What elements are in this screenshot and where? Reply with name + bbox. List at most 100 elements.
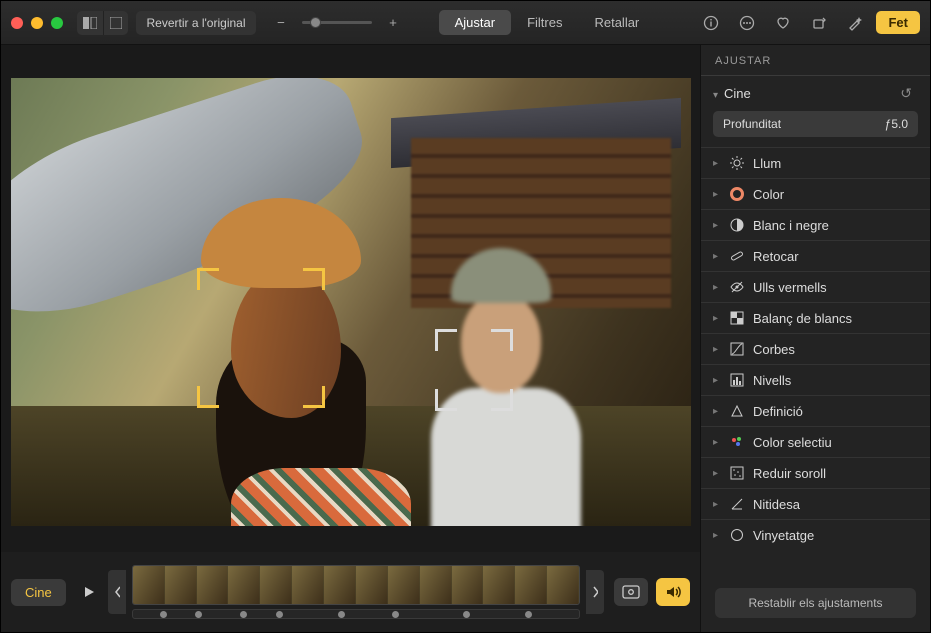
chevron-right-icon: ▸ [713,158,721,169]
filmstrip-frame[interactable] [515,566,547,604]
adjust-row-label: Nivells [753,373,791,388]
adjust-row-noise[interactable]: ▸Reduir soroll [701,457,930,488]
adjust-row-levels[interactable]: ▸Nivells [701,364,930,395]
layout-single-button[interactable] [104,11,128,35]
done-button[interactable]: Fet [876,11,920,34]
revert-button[interactable]: Revertir a l'original [136,11,256,35]
filmstrip-frame[interactable] [356,566,388,604]
next-clip-button[interactable] [586,570,604,614]
focus-point-button[interactable] [614,578,648,606]
fullscreen-window-button[interactable] [51,17,63,29]
keyframe-track[interactable] [132,609,580,619]
mode-tabs: AjustarFiltresRetallar [439,10,656,35]
adjust-row-wb[interactable]: ▸Balanç de blancs [701,302,930,333]
keyframe-marker[interactable] [160,611,167,618]
panel-title: AJUSTAR [701,45,930,76]
keyframe-marker[interactable] [338,611,345,618]
chevron-right-icon: ▸ [713,189,721,200]
timeline[interactable] [132,565,580,619]
tab-filters[interactable]: Filtres [511,10,578,35]
adjust-row-curves[interactable]: ▸Corbes [701,333,930,364]
filmstrip[interactable] [132,565,580,605]
adjust-row-bw[interactable]: ▸ Blanc i negre [701,209,930,240]
filmstrip-frame[interactable] [292,566,324,604]
chevron-right-icon: ▸ [713,530,721,541]
keyframe-marker[interactable] [195,611,202,618]
tab-crop[interactable]: Retallar [578,10,655,35]
filmstrip-frame[interactable] [260,566,292,604]
chevron-right-icon: ▸ [713,251,721,262]
chevron-down-icon: ▾ [713,90,718,101]
chevron-right-icon: ▸ [713,220,721,231]
adjust-row-definition[interactable]: ▸Definició [701,395,930,426]
zoom-slider[interactable] [302,21,372,24]
eye-icon [729,279,745,295]
adjust-row-retouch[interactable]: ▸ Retocar [701,240,930,271]
curves-icon [729,341,745,357]
minimize-window-button[interactable] [31,17,43,29]
cinematic-mode-button[interactable]: Cine [11,579,66,606]
adjust-row-label: Blanc i negre [753,218,829,233]
adjust-row-label: Definició [753,404,803,419]
cinematic-section: ▾Cine ↺ Profunditat ƒ5.0 [701,76,930,147]
right-toolbar: Fet [696,11,920,35]
adjust-row-sharp[interactable]: ▸Nitidesa [701,488,930,519]
adjust-row-label: Reduir soroll [753,466,826,481]
adjust-row-color[interactable]: ▸Color [701,178,930,209]
sharp-icon [729,496,745,512]
play-button[interactable] [76,579,102,605]
zoom-slider-thumb[interactable] [310,17,321,28]
zoom-in-button[interactable]: + [378,11,408,35]
adjustments-list: ▸Llum▸Color▸Blanc i negre▸Retocar▸Ulls v… [701,147,930,550]
tab-adjust[interactable]: Ajustar [439,10,511,35]
filmstrip-frame[interactable] [483,566,515,604]
filmstrip-frame[interactable] [197,566,229,604]
more-button[interactable] [732,11,762,35]
adjust-row-label: Color selectiu [753,435,832,450]
filmstrip-frame[interactable] [133,566,165,604]
layout-split-button[interactable] [77,11,104,35]
sound-button[interactable] [656,578,690,606]
filmstrip-frame[interactable] [324,566,356,604]
filmstrip-frame[interactable] [165,566,197,604]
keyframe-marker[interactable] [392,611,399,618]
panel-footer: Restablir els ajustaments [701,574,930,632]
filmstrip-frame[interactable] [420,566,452,604]
adjust-row-selcolor[interactable]: ▸ Color selectiu [701,426,930,457]
playback-right-buttons [614,578,690,606]
chevron-right-icon: ▸ [713,437,721,448]
favorite-button[interactable] [768,11,798,35]
prev-clip-button[interactable] [108,570,126,614]
keyframe-marker[interactable] [463,611,470,618]
auto-enhance-button[interactable] [840,11,870,35]
wb-icon [729,310,745,326]
cinematic-reset-button[interactable]: ↺ [894,84,918,103]
filmstrip-frame[interactable] [452,566,484,604]
depth-row[interactable]: Profunditat ƒ5.0 [713,111,918,137]
cinematic-header[interactable]: ▾Cine ↺ [713,84,918,103]
titlebar: Revertir a l'original − + AjustarFiltres… [1,1,930,45]
triangle-icon [729,403,745,419]
adjust-row-redeye[interactable]: ▸Ulls vermells [701,271,930,302]
reset-adjustments-button[interactable]: Restablir els ajustaments [715,588,916,618]
filmstrip-frame[interactable] [388,566,420,604]
levels-icon [729,372,745,388]
filmstrip-frame[interactable] [547,566,579,604]
view-layout-segmented [77,11,128,35]
chevron-right-icon: ▸ [713,344,721,355]
filmstrip-frame[interactable] [228,566,260,604]
sun-icon [729,155,745,171]
scene-person-foreground [161,198,391,526]
adjust-row-label: Retocar [753,249,799,264]
adjust-row-light[interactable]: ▸Llum [701,147,930,178]
close-window-button[interactable] [11,17,23,29]
keyframe-marker[interactable] [276,611,283,618]
video-canvas[interactable] [11,78,691,526]
info-button[interactable] [696,11,726,35]
rotate-button[interactable] [804,11,834,35]
adjust-row-vignette[interactable]: ▸Vinyetatge [701,519,930,550]
depth-value: ƒ5.0 [885,117,908,131]
keyframe-marker[interactable] [240,611,247,618]
keyframe-marker[interactable] [525,611,532,618]
zoom-out-button[interactable]: − [266,11,296,35]
